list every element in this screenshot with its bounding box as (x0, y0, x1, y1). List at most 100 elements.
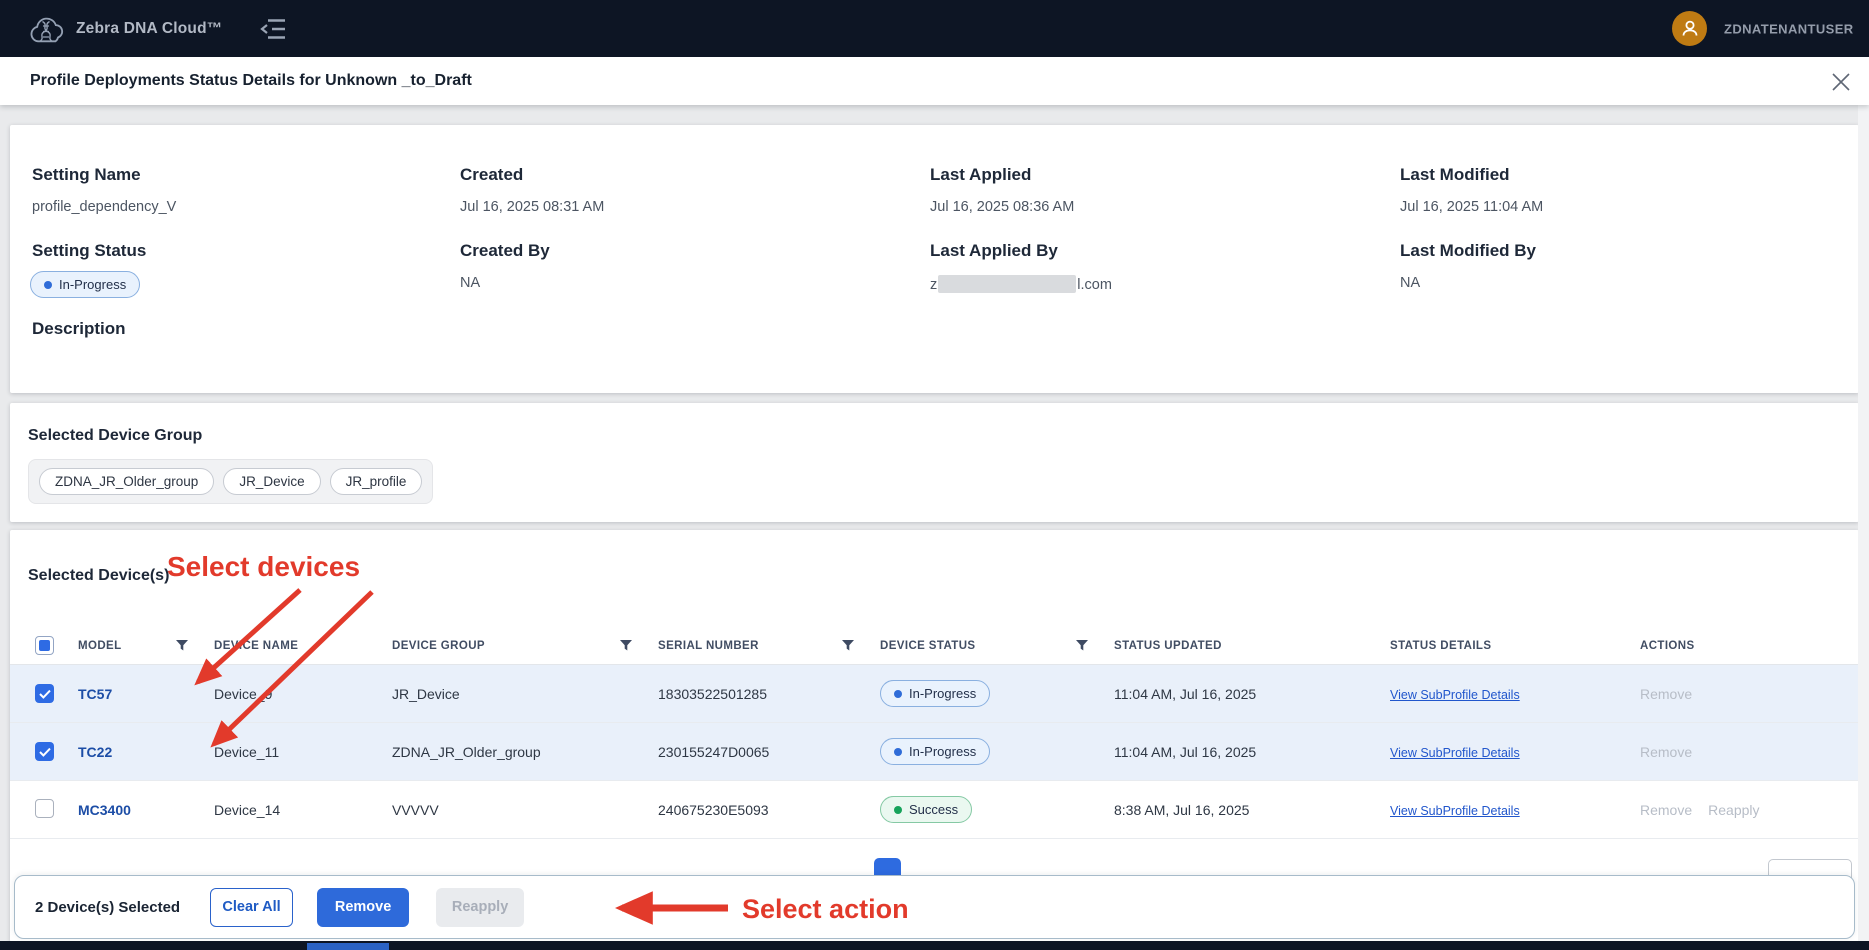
description-label: Description (32, 319, 126, 339)
reapply-button[interactable]: Reapply (436, 888, 524, 927)
select-action-annotation: Select action (742, 894, 909, 925)
setting-name-label: Setting Name (32, 165, 141, 185)
col-serial-number: SERIAL NUMBER (658, 640, 759, 652)
col-device-status: DEVICE STATUS (880, 640, 976, 652)
col-model: MODEL (78, 640, 122, 652)
col-status-details: STATUS DETAILS (1390, 640, 1491, 652)
selected-devices-title: Selected Device(s) (28, 567, 169, 585)
reapply-action[interactable]: Reapply (1708, 802, 1759, 818)
created-value: Jul 16, 2025 08:31 AM (460, 199, 604, 215)
remove-action[interactable]: Remove (1640, 744, 1692, 760)
app-title: Zebra DNA Cloud™ (76, 20, 222, 38)
last-applied-by-value: z l.com (930, 275, 1112, 293)
table-row[interactable]: MC3400 Device_14 VVVVV 240675230E5093 Su… (10, 781, 1859, 839)
table-header-row: MODEL DEVICE NAME DEVICE GROUP SERIAL NU… (10, 627, 1859, 665)
last-modified-by-value: NA (1400, 275, 1420, 291)
row-checkbox[interactable] (35, 684, 54, 703)
device-name-cell: Device_11 (214, 744, 392, 760)
device-name-cell: Device_14 (214, 802, 392, 818)
created-by-label: Created By (460, 241, 550, 261)
status-updated-cell: 8:38 AM, Jul 16, 2025 (1114, 802, 1390, 818)
device-group-cell: ZDNA_JR_Older_group (392, 744, 658, 760)
clear-all-button[interactable]: Clear All (210, 888, 293, 927)
email-prefix: z (930, 277, 937, 293)
filter-icon[interactable] (842, 640, 854, 651)
device-group-cell: JR_Device (392, 686, 658, 702)
col-status-updated: STATUS UPDATED (1114, 640, 1222, 652)
status-text: In-Progress (909, 744, 976, 759)
bottom-page-edge (0, 941, 1869, 950)
zebra-dna-cloud-logo-icon (24, 7, 68, 56)
created-by-value: NA (460, 275, 480, 291)
device-name-cell: Device_9 (214, 686, 392, 702)
col-actions: ACTIONS (1640, 640, 1695, 652)
bottom-edge-accent (307, 943, 389, 950)
screen: Zebra DNA Cloud™ ZDNATENANTUSER Profile … (0, 0, 1869, 950)
created-label: Created (460, 165, 523, 185)
last-modified-label: Last Modified (1400, 165, 1510, 185)
setting-status-text: In-Progress (59, 277, 126, 292)
view-subprofile-details-link[interactable]: View SubProfile Details (1390, 746, 1520, 760)
device-group-cell: VVVVV (392, 802, 658, 818)
username-label[interactable]: ZDNATENANTUSER (1724, 21, 1854, 36)
device-model-link[interactable]: TC57 (78, 686, 112, 702)
status-dot-icon (44, 281, 52, 289)
device-model-link[interactable]: MC3400 (78, 802, 131, 818)
redacted-email-segment (938, 275, 1076, 293)
setting-status-label: Setting Status (32, 241, 146, 261)
device-group-chip: ZDNA_JR_Older_group (39, 468, 214, 495)
view-subprofile-details-link[interactable]: View SubProfile Details (1390, 688, 1520, 702)
setting-status-badge: In-Progress (30, 271, 140, 298)
selected-count-label: 2 Device(s) Selected (35, 899, 180, 916)
device-group-chip: JR_Device (223, 468, 320, 495)
row-checkbox[interactable] (35, 799, 54, 818)
scrollbar-track[interactable] (1858, 105, 1869, 941)
row-checkbox[interactable] (35, 742, 54, 761)
status-dot-icon (894, 806, 902, 814)
device-status-badge: In-Progress (880, 680, 990, 707)
device-group-chips: ZDNA_JR_Older_group JR_Device JR_profile (28, 459, 433, 504)
devices-table: MODEL DEVICE NAME DEVICE GROUP SERIAL NU… (10, 627, 1859, 839)
modal-header: Profile Deployments Status Details for U… (0, 57, 1869, 105)
view-subprofile-details-link[interactable]: View SubProfile Details (1390, 804, 1520, 818)
col-device-group: DEVICE GROUP (392, 640, 485, 652)
remove-button[interactable]: Remove (317, 888, 409, 927)
filter-icon[interactable] (176, 640, 188, 651)
person-icon (1679, 18, 1701, 40)
device-group-chip: JR_profile (330, 468, 423, 495)
col-device-name: DEVICE NAME (214, 640, 298, 652)
email-suffix: l.com (1077, 277, 1112, 293)
selected-device-group-card: Selected Device Group ZDNA_JR_Older_grou… (10, 403, 1859, 522)
last-modified-by-label: Last Modified By (1400, 241, 1536, 261)
filter-icon[interactable] (1076, 640, 1088, 651)
top-app-bar: Zebra DNA Cloud™ ZDNATENANTUSER (0, 0, 1869, 57)
status-updated-cell: 11:04 AM, Jul 16, 2025 (1114, 686, 1390, 702)
device-model-link[interactable]: TC22 (78, 744, 112, 760)
device-status-badge: Success (880, 796, 972, 823)
status-text: Success (909, 802, 958, 817)
serial-number-cell: 240675230E5093 (658, 802, 880, 818)
status-updated-cell: 11:04 AM, Jul 16, 2025 (1114, 744, 1390, 760)
table-row[interactable]: TC57 Device_9 JR_Device 18303522501285 I… (10, 665, 1859, 723)
remove-action[interactable]: Remove (1640, 802, 1692, 818)
status-text: In-Progress (909, 686, 976, 701)
last-applied-label: Last Applied (930, 165, 1031, 185)
remove-action[interactable]: Remove (1640, 686, 1692, 702)
sidebar-collapse-icon[interactable] (258, 16, 288, 42)
close-icon[interactable] (1829, 70, 1853, 94)
device-group-title: Selected Device Group (28, 427, 202, 445)
bulk-action-bar: 2 Device(s) Selected Clear All Remove Re… (14, 875, 1855, 939)
table-row[interactable]: TC22 Device_11 ZDNA_JR_Older_group 23015… (10, 723, 1859, 781)
serial-number-cell: 230155247D0065 (658, 744, 880, 760)
deployment-overview-card: Setting Name profile_dependency_V Create… (10, 125, 1859, 393)
serial-number-cell: 18303522501285 (658, 686, 880, 702)
setting-name-value: profile_dependency_V (32, 199, 176, 215)
user-avatar[interactable] (1672, 11, 1707, 46)
device-status-badge: In-Progress (880, 738, 990, 765)
select-all-checkbox[interactable] (35, 636, 54, 655)
last-applied-value: Jul 16, 2025 08:36 AM (930, 199, 1074, 215)
select-devices-annotation: Select devices (167, 551, 360, 583)
filter-icon[interactable] (620, 640, 632, 651)
last-applied-by-label: Last Applied By (930, 241, 1058, 261)
status-dot-icon (894, 690, 902, 698)
